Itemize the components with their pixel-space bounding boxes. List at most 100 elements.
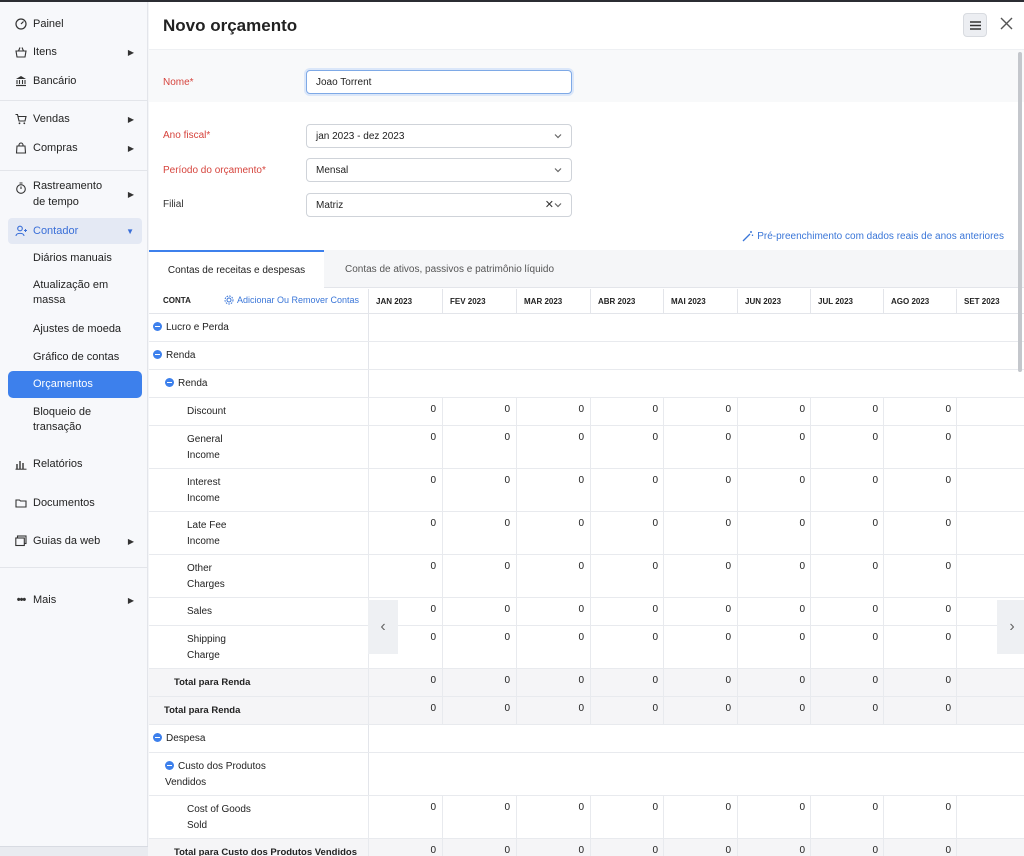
- budget-cell[interactable]: 0: [516, 426, 590, 468]
- sidebar-item-mais[interactable]: ••• Mais ▶: [8, 592, 142, 608]
- budget-cell[interactable]: 0: [442, 512, 516, 554]
- budget-cell[interactable]: 0: [663, 398, 737, 425]
- budget-cell[interactable]: 0: [810, 598, 884, 625]
- budget-cell[interactable]: 0: [737, 469, 811, 511]
- collapse-icon[interactable]: [165, 761, 174, 770]
- budget-cell[interactable]: [956, 796, 1024, 838]
- budget-cell[interactable]: 0: [810, 398, 884, 425]
- budget-cell[interactable]: 0: [442, 626, 516, 668]
- budget-cell[interactable]: 0: [368, 555, 442, 597]
- branch-select[interactable]: Matriz ✕: [306, 193, 572, 217]
- budget-cell[interactable]: 0: [442, 469, 516, 511]
- budget-cell[interactable]: 0: [883, 426, 957, 468]
- budget-cell[interactable]: 0: [737, 512, 811, 554]
- budget-cell[interactable]: 0: [810, 426, 884, 468]
- budget-cell[interactable]: 0: [663, 555, 737, 597]
- budget-cell[interactable]: 0: [590, 426, 664, 468]
- budget-cell[interactable]: [956, 697, 1024, 724]
- budget-cell[interactable]: 0: [663, 796, 737, 838]
- budget-cell[interactable]: 0: [590, 398, 664, 425]
- sidebar-item-painel[interactable]: Painel: [8, 16, 142, 32]
- budget-cell[interactable]: 0: [516, 512, 590, 554]
- budget-cell[interactable]: 0: [883, 626, 957, 668]
- budget-cell[interactable]: 0: [590, 555, 664, 597]
- collapse-icon[interactable]: [153, 350, 162, 359]
- tab-income-expense[interactable]: Contas de receitas e despesas: [149, 250, 324, 288]
- sidebar-item-itens[interactable]: Itens ▶: [8, 44, 142, 60]
- budget-cell[interactable]: 0: [663, 426, 737, 468]
- close-button[interactable]: [1000, 15, 1013, 33]
- collapse-icon[interactable]: [165, 378, 174, 387]
- scroll-right-button[interactable]: ›: [997, 600, 1024, 654]
- tab-assets-liabilities[interactable]: Contas de ativos, passivos e patrimônio …: [345, 250, 554, 288]
- budget-cell[interactable]: 0: [737, 555, 811, 597]
- budget-cell[interactable]: 0: [663, 512, 737, 554]
- budget-cell[interactable]: 0: [737, 796, 811, 838]
- budget-cell[interactable]: [956, 669, 1024, 696]
- budget-cell[interactable]: 0: [442, 398, 516, 425]
- fiscal-year-select[interactable]: jan 2023 - dez 2023: [306, 124, 572, 148]
- budget-cell[interactable]: 0: [516, 626, 590, 668]
- budget-cell[interactable]: 0: [590, 796, 664, 838]
- sidebar-item-rastreamento[interactable]: Rastreamento de tempo ▶: [8, 178, 142, 210]
- budget-cell[interactable]: 0: [883, 796, 957, 838]
- sidebar-subitem-bloqueio[interactable]: Bloqueio de transação: [8, 405, 108, 435]
- sidebar-item-documentos[interactable]: Documentos: [8, 495, 142, 511]
- sidebar-collapse-bar[interactable]: [0, 846, 148, 856]
- budget-cell[interactable]: 0: [883, 555, 957, 597]
- budget-cell[interactable]: 0: [516, 398, 590, 425]
- budget-cell[interactable]: 0: [663, 598, 737, 625]
- budget-cell[interactable]: 0: [442, 555, 516, 597]
- budget-period-select[interactable]: Mensal: [306, 158, 572, 182]
- hamburger-menu-button[interactable]: [963, 13, 987, 37]
- name-input[interactable]: Joao Torrent: [306, 70, 572, 94]
- budget-cell[interactable]: 0: [810, 796, 884, 838]
- budget-cell[interactable]: 0: [810, 512, 884, 554]
- budget-cell[interactable]: 0: [590, 598, 664, 625]
- budget-cell[interactable]: 0: [590, 469, 664, 511]
- scroll-left-button[interactable]: ‹: [368, 600, 398, 654]
- budget-cell[interactable]: [956, 555, 1024, 597]
- budget-cell[interactable]: 0: [883, 469, 957, 511]
- budget-cell[interactable]: 0: [590, 512, 664, 554]
- sidebar-subitem-diarios[interactable]: Diários manuais: [8, 251, 142, 266]
- budget-cell[interactable]: 0: [516, 598, 590, 625]
- budget-cell[interactable]: 0: [810, 626, 884, 668]
- budget-cell[interactable]: [956, 426, 1024, 468]
- add-remove-accounts-link[interactable]: Adicionar Ou Remover Contas: [224, 295, 359, 305]
- prefill-link[interactable]: Pré-preenchimento com dados reais de ano…: [742, 230, 1004, 242]
- budget-cell[interactable]: 0: [737, 626, 811, 668]
- budget-cell[interactable]: 0: [368, 469, 442, 511]
- budget-cell[interactable]: 0: [810, 555, 884, 597]
- sidebar-subitem-grafico[interactable]: Gráfico de contas: [8, 350, 142, 365]
- sidebar-item-bancario[interactable]: Bancário: [8, 73, 142, 89]
- budget-cell[interactable]: 0: [442, 426, 516, 468]
- budget-cell[interactable]: 0: [442, 598, 516, 625]
- budget-cell[interactable]: 0: [737, 398, 811, 425]
- budget-cell[interactable]: 0: [663, 626, 737, 668]
- budget-cell[interactable]: 0: [442, 796, 516, 838]
- budget-cell[interactable]: 0: [883, 512, 957, 554]
- budget-cell[interactable]: 0: [590, 626, 664, 668]
- budget-cell[interactable]: 0: [516, 555, 590, 597]
- vertical-scrollbar[interactable]: [1018, 52, 1022, 372]
- sidebar-item-compras[interactable]: Compras ▶: [8, 140, 142, 156]
- sidebar-subitem-ajustes[interactable]: Ajustes de moeda: [8, 322, 142, 337]
- collapse-icon[interactable]: [153, 733, 162, 742]
- budget-cell[interactable]: 0: [516, 469, 590, 511]
- budget-cell[interactable]: 0: [368, 426, 442, 468]
- budget-cell[interactable]: 0: [883, 598, 957, 625]
- sidebar-subitem-orcamentos[interactable]: Orçamentos: [8, 371, 142, 398]
- sidebar-subitem-atualizacao[interactable]: Atualização em massa: [8, 278, 118, 308]
- budget-cell[interactable]: 0: [737, 426, 811, 468]
- budget-cell[interactable]: 0: [737, 598, 811, 625]
- budget-cell[interactable]: [956, 469, 1024, 511]
- sidebar-item-vendas[interactable]: Vendas ▶: [8, 111, 142, 127]
- sidebar-item-relatorios[interactable]: Relatórios: [8, 456, 142, 472]
- sidebar-item-guias-web[interactable]: Guias da web ▶: [8, 533, 142, 549]
- budget-cell[interactable]: 0: [516, 796, 590, 838]
- budget-cell[interactable]: 0: [368, 512, 442, 554]
- budget-cell[interactable]: 0: [368, 398, 442, 425]
- budget-cell[interactable]: 0: [883, 398, 957, 425]
- collapse-icon[interactable]: [153, 322, 162, 331]
